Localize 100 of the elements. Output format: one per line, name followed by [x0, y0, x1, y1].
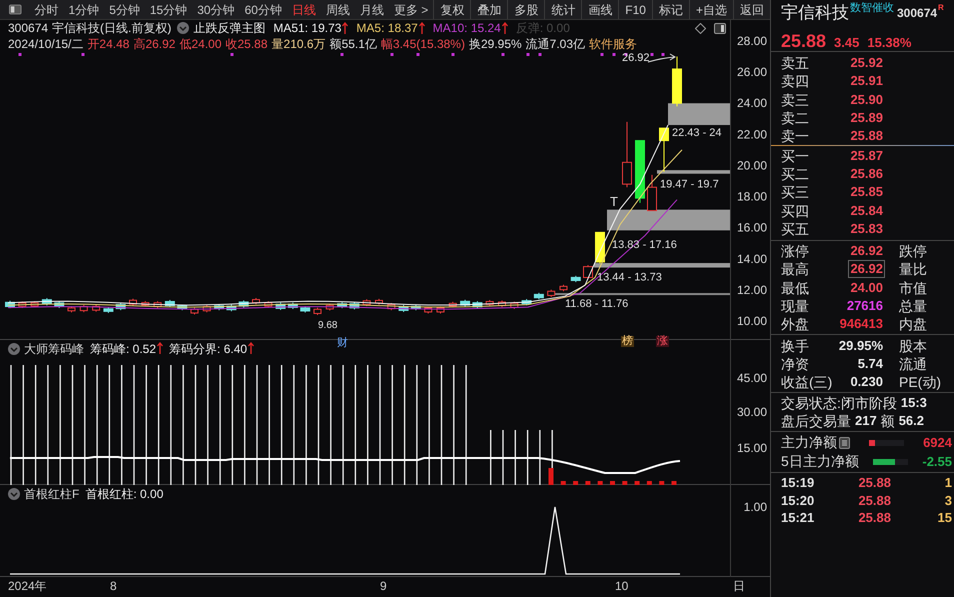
indicator-name: 止跌反弹主图 [193, 20, 266, 36]
quote-label: 额 [880, 412, 895, 430]
panel-toggle-icon[interactable] [9, 4, 22, 15]
toolbar-button[interactable]: +自选 [688, 0, 733, 19]
time-axis-label: 10 [615, 579, 628, 593]
candlestick [116, 302, 126, 311]
candlestick [141, 300, 150, 307]
quote-label: 换手 [780, 336, 810, 355]
indicator-name: 大师筹码峰 [24, 340, 84, 356]
toolbar-button[interactable]: 叠加 [470, 0, 508, 19]
period-tab[interactable]: 30分钟 [192, 0, 240, 20]
period-tab[interactable]: 日线 [286, 0, 321, 20]
quote-label: 盘后交易量 [781, 412, 851, 430]
up-arrow-icon [157, 342, 164, 354]
quote-label: 卖一 [780, 127, 810, 146]
price-zone-label: 13.44 - 13.73 [597, 272, 662, 284]
toolbar-button[interactable]: 画线 [581, 0, 618, 19]
period-tab[interactable]: 分时 [30, 0, 64, 20]
candlestick [238, 300, 249, 308]
price-axis-label: 24.00 [736, 96, 767, 110]
bar-stat: 幅3.45(15.38%) [380, 36, 465, 52]
price-zone-band [668, 103, 730, 126]
price-axis-label: 22.00 [736, 127, 767, 142]
price-axis-label: 28.00 [736, 34, 767, 48]
period-tab[interactable]: 60分钟 [240, 0, 287, 20]
chart-event-mark: 财 [337, 338, 348, 349]
candlestick [647, 174, 657, 212]
period-tab[interactable]: 1分钟 [64, 0, 104, 20]
candlestick [54, 300, 64, 309]
toolbar-button[interactable]: 统计 [544, 0, 582, 19]
quote-value: 25.91 [849, 72, 884, 90]
document-icon[interactable] [839, 436, 850, 449]
diamond-icon[interactable] [695, 22, 706, 34]
candlestick [410, 304, 421, 311]
tick-volume: 15 [938, 509, 953, 528]
stock-code: 300674 [897, 5, 938, 22]
dropdown-icon[interactable] [177, 22, 190, 34]
candlestick [252, 298, 260, 305]
period-tab[interactable]: 月线 [354, 0, 389, 20]
price-axis-label: 10.00 [736, 314, 767, 328]
quote-label: 卖二 [780, 109, 810, 128]
candlestick [264, 300, 272, 308]
panel-toggle-icon[interactable] [714, 22, 726, 34]
tick-price: 25.88 [857, 492, 891, 510]
quote-label: 卖三 [780, 90, 810, 109]
up-arrow-icon [418, 22, 425, 34]
high-pointer-arrow [648, 54, 676, 62]
bar-stat: 换29.95% [468, 36, 522, 52]
candlestick [226, 304, 236, 312]
price-zone-label: 19.47 - 19.7 [660, 178, 719, 190]
candlestick [498, 300, 506, 308]
candlestick [314, 307, 322, 316]
up-arrow-icon [248, 342, 254, 354]
quote-label: 最高 [780, 260, 810, 278]
bar-stat: 软件服务 [589, 36, 638, 52]
period-tab[interactable]: 更多 > [388, 0, 434, 20]
quote-value: 26.92 [848, 260, 885, 278]
period-tab[interactable]: 周线 [320, 0, 355, 20]
period-tab[interactable]: 15分钟 [144, 0, 192, 20]
candlestick [583, 264, 593, 280]
dropdown-icon[interactable] [8, 488, 20, 500]
candlestick [177, 304, 188, 311]
quote-label: 最低 [780, 278, 810, 297]
quote-label: 交易状态: [781, 394, 841, 412]
quote-label: 买一 [780, 146, 810, 165]
quote-value: 6924 [923, 434, 953, 452]
trade-time: 15:3 [900, 394, 927, 412]
candlestick [486, 300, 494, 306]
price-label: 9.68 [318, 320, 338, 332]
time-axis-label: 日 [733, 579, 745, 593]
stock-tag: 数智催收 [850, 2, 894, 14]
indicator-reading: 筹码峰: 0.52 [90, 340, 156, 356]
toolbar-button[interactable]: 复权 [433, 0, 470, 19]
bar-stat: 开24.48 [87, 36, 130, 52]
dropdown-icon[interactable] [8, 342, 20, 354]
price-zone-label: 22.43 - 24 [672, 126, 722, 139]
trade-status: 闭市阶段 [840, 394, 897, 412]
toolbar-button[interactable]: 多股 [507, 0, 544, 19]
period-tab[interactable]: 5分钟 [104, 0, 145, 20]
toolbar-button[interactable]: 标记 [652, 0, 689, 19]
quote-label: 买三 [780, 183, 810, 202]
quote-value: 0.230 [849, 373, 884, 392]
price-axis-label: 16.00 [736, 220, 767, 235]
quote-value: 946413 [838, 315, 884, 334]
tick-price: 25.88 [857, 509, 891, 528]
candlestick [80, 304, 88, 313]
candlestick [436, 306, 444, 314]
quote-value: 5.74 [856, 354, 884, 373]
indicator-axis-label: 15.00 [736, 441, 767, 455]
indicator-reading: 首根红柱: 0.00 [85, 486, 164, 502]
candlestick [154, 300, 162, 309]
quote-label: 净资 [780, 354, 810, 373]
quote-value: 217 [855, 412, 877, 430]
up-arrow-icon [342, 22, 348, 34]
bar-stat: 低24.00 [179, 36, 222, 52]
candlestick [42, 298, 52, 306]
quote-value: 25.85 [849, 183, 884, 202]
quote-value: 25.88 [849, 127, 884, 146]
candlestick [460, 299, 470, 308]
toolbar-button[interactable]: F10 [618, 0, 652, 19]
